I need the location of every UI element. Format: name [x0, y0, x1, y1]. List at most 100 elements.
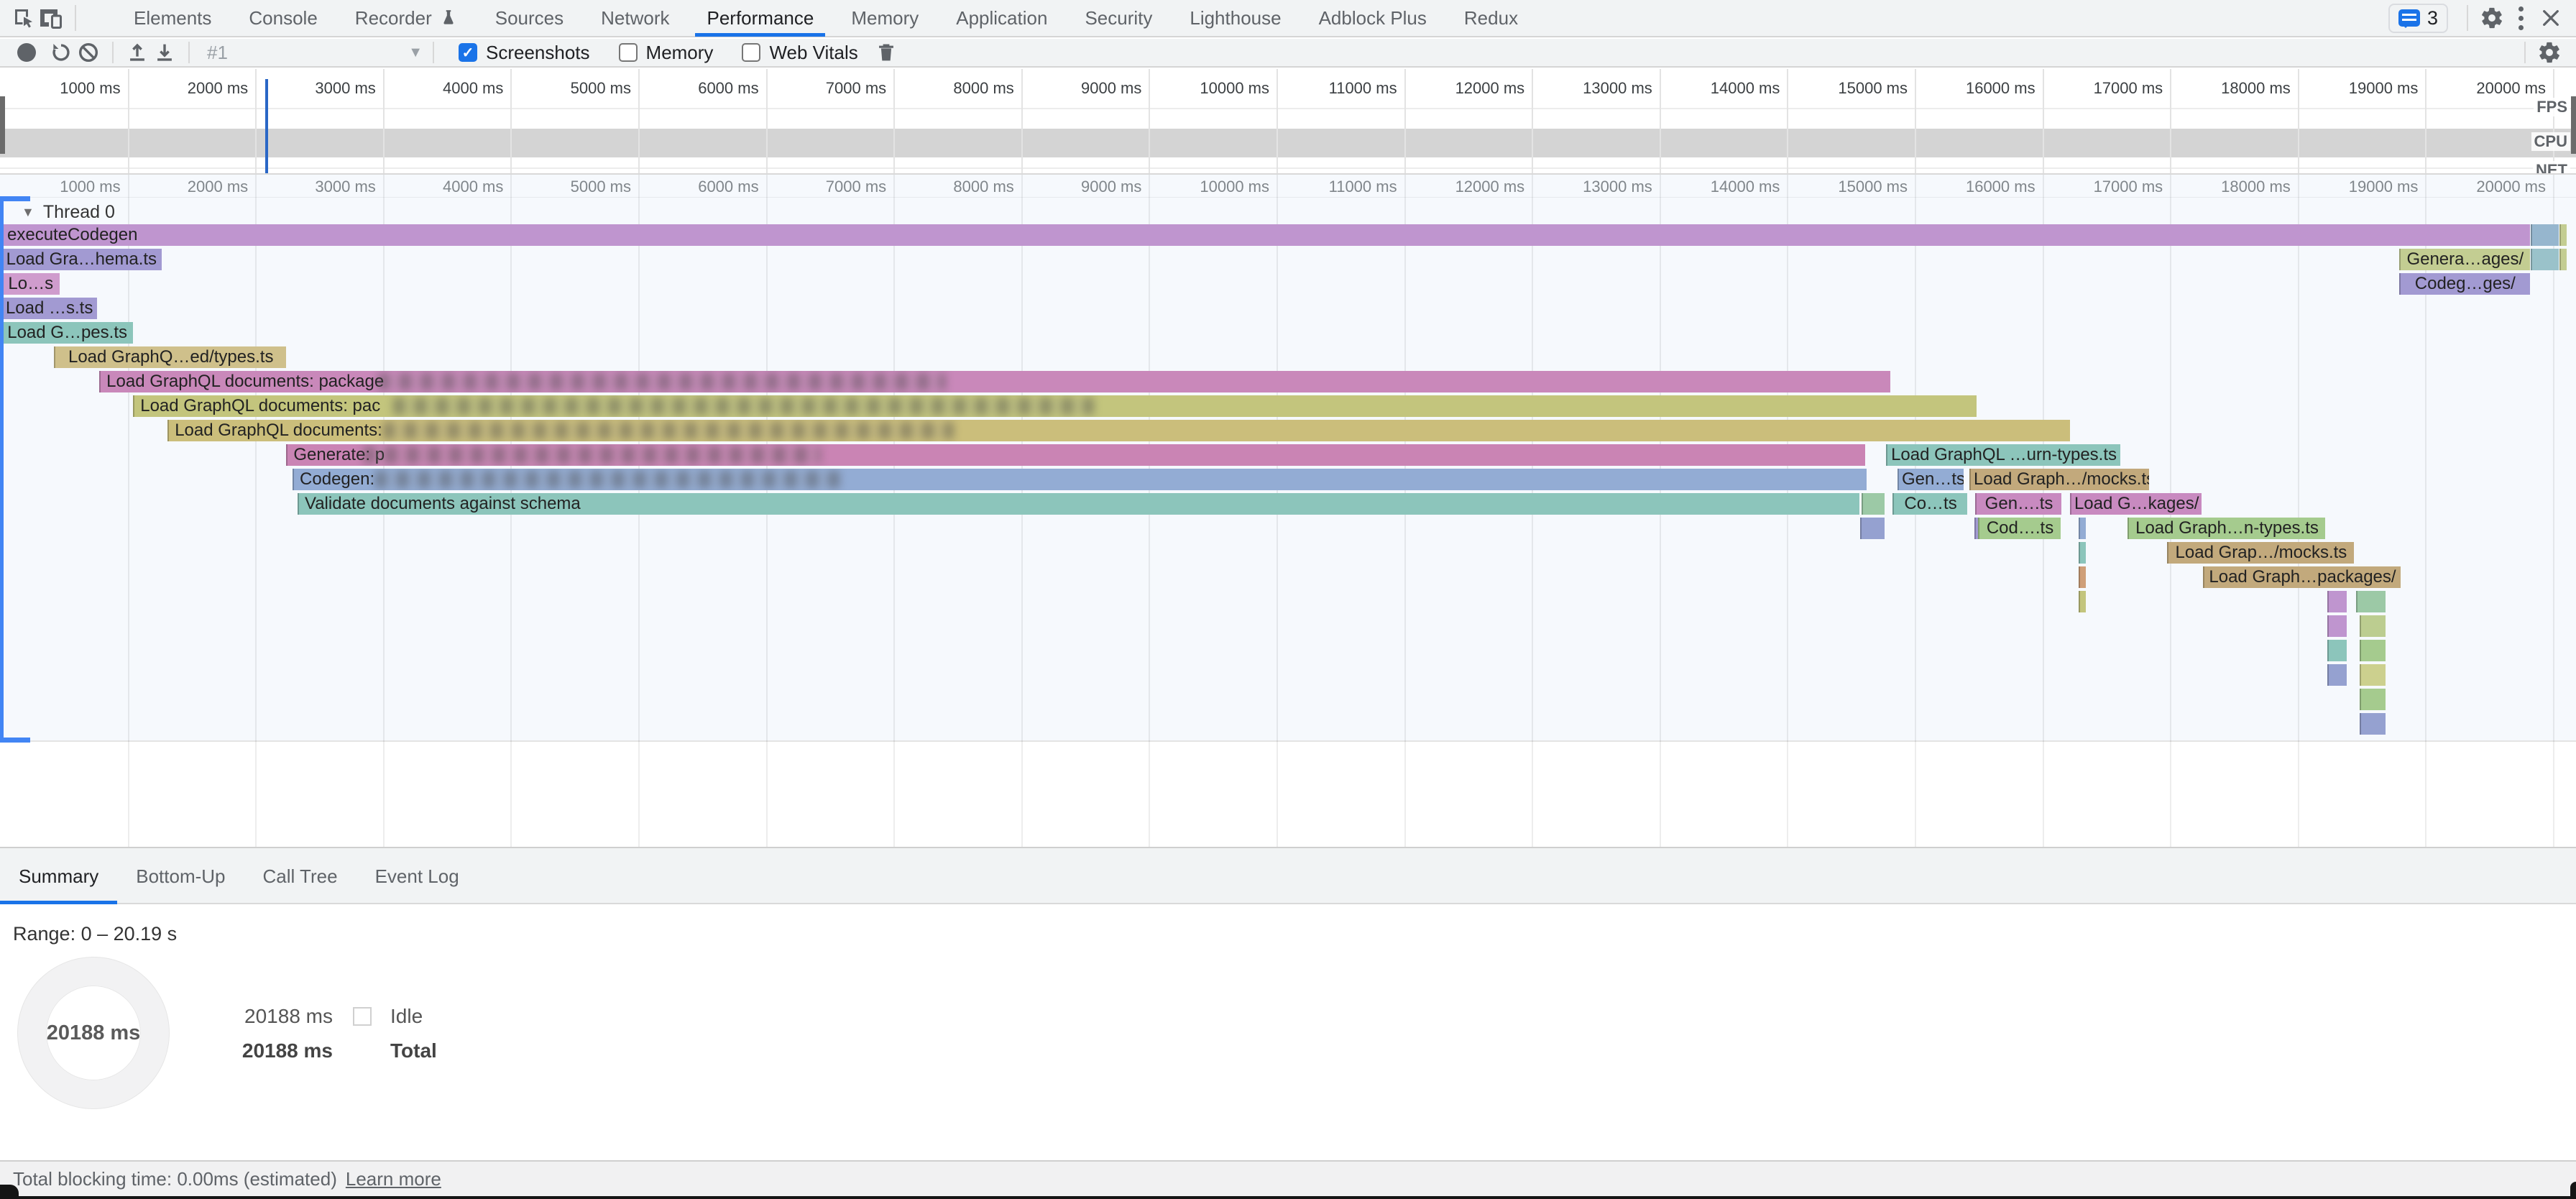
selection-bracket-bottom: [0, 738, 30, 743]
flame-event-sliver[interactable]: [2360, 689, 2386, 710]
flame-event-sliver[interactable]: [2559, 224, 2567, 246]
checkbox-screenshots[interactable]: ✓Screenshots: [459, 42, 590, 64]
overview-playhead[interactable]: [265, 79, 268, 173]
profile-select[interactable]: #1 ▼: [207, 42, 423, 64]
tab-network[interactable]: Network: [582, 0, 688, 37]
flame-tick-label: 14000 ms: [1711, 178, 1788, 196]
tab-console[interactable]: Console: [230, 0, 336, 37]
flame-event-sliver[interactable]: [2079, 542, 2086, 564]
tab-recorder[interactable]: Recorder: [336, 0, 477, 37]
flame-event-sliver[interactable]: [2360, 640, 2386, 661]
checkbox-memory[interactable]: Memory: [619, 42, 714, 64]
flame-event-sliver[interactable]: [2079, 591, 2086, 612]
load-profile-icon[interactable]: [124, 39, 151, 66]
flame-event[interactable]: Generate: p: [286, 444, 1865, 466]
flame-event-sliver[interactable]: [2360, 664, 2386, 686]
flame-event[interactable]: Co…ts: [1892, 493, 1967, 515]
checkbox-checked-icon[interactable]: ✓: [459, 43, 477, 62]
tab-label: Sources: [495, 7, 564, 29]
flame-event[interactable]: Codegen:: [293, 469, 1867, 490]
record-icon[interactable]: [17, 43, 36, 62]
flame-event-sliver[interactable]: [2531, 249, 2559, 270]
overview-tick-label: 19000 ms: [2349, 79, 2426, 98]
flame-event-sliver[interactable]: [2360, 713, 2386, 735]
details-tab-bottom-up[interactable]: Bottom-Up: [117, 848, 244, 904]
flame-event[interactable]: Load Gra…hema.ts: [0, 249, 162, 270]
flame-tick-label: 16000 ms: [1966, 178, 2043, 196]
tab-elements[interactable]: Elements: [115, 0, 230, 37]
flame-event-sliver[interactable]: [2079, 518, 2086, 539]
close-devtools-icon[interactable]: [2537, 4, 2564, 32]
flame-event[interactable]: Load Grap…/mocks.ts: [2167, 542, 2354, 564]
details-tab-event-log[interactable]: Event Log: [356, 848, 478, 904]
tab-lighthouse[interactable]: Lighthouse: [1171, 0, 1300, 37]
flame-event[interactable]: Load GraphQ…ed/types.ts: [54, 346, 286, 368]
flame-event[interactable]: Load Graph…packages/: [2203, 566, 2401, 588]
save-profile-icon[interactable]: [151, 39, 178, 66]
tab-security[interactable]: Security: [1066, 0, 1171, 37]
flame-event-sliver[interactable]: [2327, 640, 2347, 661]
legend-value: 20188 ms: [239, 1039, 333, 1062]
details-tab-call-tree[interactable]: Call Tree: [244, 848, 356, 904]
more-options-icon[interactable]: [2518, 5, 2524, 31]
flame-event[interactable]: Load Graph…/mocks.ts: [1969, 469, 2149, 490]
tab-application[interactable]: Application: [937, 0, 1066, 37]
capture-settings-gear-icon[interactable]: [2536, 39, 2563, 66]
thread-header[interactable]: ▼ Thread 0: [22, 202, 115, 223]
flame-event-sliver[interactable]: [2327, 591, 2347, 612]
reload-and-record-icon[interactable]: [47, 39, 75, 66]
flame-event-sliver[interactable]: [1860, 518, 1885, 539]
flame-chart[interactable]: 1000 ms2000 ms3000 ms4000 ms5000 ms6000 …: [0, 175, 2576, 847]
flame-event[interactable]: Codeg…ges/: [2399, 273, 2530, 295]
inspect-element-icon[interactable]: [10, 4, 37, 32]
flame-event[interactable]: Lo…s: [0, 273, 60, 295]
details-tab-summary[interactable]: Summary: [0, 848, 117, 904]
flame-event[interactable]: Gen….ts: [1975, 493, 2061, 515]
selection-bracket-top: [0, 196, 30, 201]
checkbox-label: Memory: [646, 42, 714, 64]
clear-icon[interactable]: [75, 39, 102, 66]
flame-event[interactable]: Gen…ts: [1898, 469, 1964, 490]
settings-gear-icon[interactable]: [2478, 4, 2506, 32]
flame-event[interactable]: Cod….ts: [1978, 518, 2061, 539]
flame-event[interactable]: Load Graph…n-types.ts: [2128, 518, 2325, 539]
flame-event-sliver[interactable]: [2360, 615, 2386, 637]
flame-event[interactable]: Load GraphQL …urn-types.ts: [1886, 444, 2120, 466]
flame-event-sliver[interactable]: [2327, 615, 2347, 637]
overview-left-handle[interactable]: [0, 96, 5, 154]
device-toolbar-icon[interactable]: [37, 4, 65, 32]
checkbox-unchecked-icon[interactable]: [742, 43, 760, 62]
flame-event[interactable]: Load GraphQL documents: pac: [133, 395, 1977, 417]
issues-badge[interactable]: 3: [2388, 4, 2448, 33]
checkbox-unchecked-icon[interactable]: [619, 43, 638, 62]
flame-event[interactable]: Genera…ages/: [2399, 249, 2530, 270]
flame-event-sliver[interactable]: [2531, 224, 2559, 246]
tab-performance[interactable]: Performance: [688, 0, 832, 37]
flame-event[interactable]: Validate documents against schema: [298, 493, 1859, 515]
flame-tick-label: 3000 ms: [315, 178, 382, 196]
overview-right-handle[interactable]: [2571, 96, 2576, 154]
learn-more-link[interactable]: Learn more: [346, 1168, 441, 1190]
flame-tick-label: 19000 ms: [2349, 178, 2426, 196]
flame-event-sliver[interactable]: [2327, 664, 2347, 686]
timeline-overview[interactable]: 1000 ms2000 ms3000 ms4000 ms5000 ms6000 …: [0, 69, 2576, 175]
flame-event-sliver[interactable]: [2079, 566, 2086, 588]
flame-event-sliver[interactable]: [1862, 493, 1885, 515]
delete-recording-icon[interactable]: [873, 39, 900, 66]
tab-memory[interactable]: Memory: [832, 0, 937, 37]
flame-event[interactable]: Load G…kages/: [2070, 493, 2202, 515]
flame-event[interactable]: executeCodegen: [0, 224, 2530, 246]
overview-tick-label: 9000 ms: [1081, 79, 1149, 98]
flame-event[interactable]: Load GraphQL documents:: [167, 420, 2070, 441]
tab-redux[interactable]: Redux: [1445, 0, 1537, 37]
flame-event-sliver[interactable]: [2559, 249, 2567, 270]
flame-event[interactable]: Load …s.ts: [0, 298, 97, 319]
tab-sources[interactable]: Sources: [477, 0, 582, 37]
flame-event[interactable]: Load GraphQL documents: package: [99, 371, 1890, 392]
flame-event-sliver[interactable]: [2356, 591, 2386, 612]
tab-adblock-plus[interactable]: Adblock Plus: [1300, 0, 1445, 37]
flame-event[interactable]: Load G…pes.ts: [0, 322, 133, 344]
flame-tick-label: 4000 ms: [443, 178, 510, 196]
tab-label: Network: [601, 7, 669, 29]
checkbox-web-vitals[interactable]: Web Vitals: [742, 42, 857, 64]
